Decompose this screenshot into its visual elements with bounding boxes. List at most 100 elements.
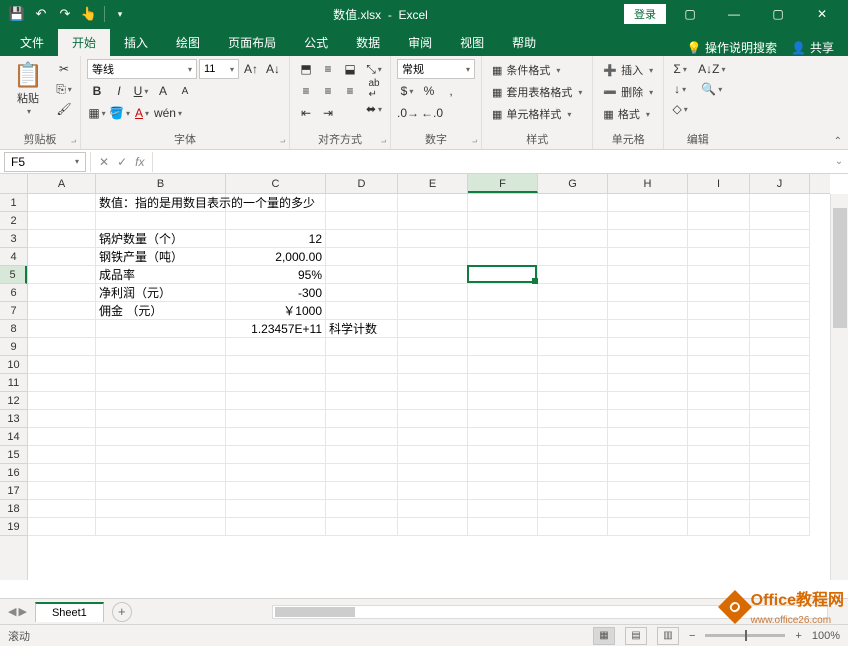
cell[interactable] xyxy=(28,356,96,374)
cell[interactable]: 钢铁产量（吨） xyxy=(96,248,226,266)
comma-icon[interactable]: , xyxy=(441,81,461,101)
col-header-G[interactable]: G xyxy=(538,174,608,193)
decrease-font-icon[interactable]: A↓ xyxy=(263,59,283,79)
cell[interactable] xyxy=(28,428,96,446)
cell[interactable] xyxy=(96,518,226,536)
tab-help[interactable]: 帮助 xyxy=(498,29,550,56)
row-header[interactable]: 16 xyxy=(0,464,27,482)
cell[interactable] xyxy=(688,464,750,482)
cell[interactable] xyxy=(538,356,608,374)
cell[interactable]: 成品率 xyxy=(96,266,226,284)
cell[interactable] xyxy=(608,212,688,230)
cell[interactable] xyxy=(468,374,538,392)
conditional-format-button[interactable]: ▦ 条件格式▾ xyxy=(488,59,586,81)
cell[interactable] xyxy=(326,410,398,428)
row-header[interactable]: 18 xyxy=(0,500,27,518)
cell[interactable] xyxy=(398,302,468,320)
cell[interactable] xyxy=(398,374,468,392)
cell[interactable] xyxy=(226,194,326,212)
cell[interactable] xyxy=(750,338,810,356)
font-color-icon[interactable]: A▾ xyxy=(132,103,152,123)
cell[interactable] xyxy=(538,284,608,302)
cell[interactable] xyxy=(28,302,96,320)
cell[interactable]: ￥1000 xyxy=(226,302,326,320)
percent-icon[interactable]: % xyxy=(419,81,439,101)
cell[interactable] xyxy=(688,410,750,428)
row-header[interactable]: 9 xyxy=(0,338,27,356)
cell[interactable] xyxy=(538,266,608,284)
cell[interactable] xyxy=(750,302,810,320)
cell[interactable] xyxy=(538,428,608,446)
cell[interactable] xyxy=(398,482,468,500)
zoom-level[interactable]: 100% xyxy=(812,630,840,642)
tab-scroll-left-icon[interactable]: ◀ xyxy=(8,605,16,618)
cell[interactable] xyxy=(28,320,96,338)
row-header[interactable]: 3 xyxy=(0,230,27,248)
zoom-in-icon[interactable]: + xyxy=(795,630,801,642)
cell[interactable] xyxy=(28,464,96,482)
cell[interactable] xyxy=(398,446,468,464)
tab-layout[interactable]: 页面布局 xyxy=(214,29,290,56)
cell[interactable] xyxy=(468,446,538,464)
cell[interactable] xyxy=(750,212,810,230)
page-break-view-icon[interactable]: ▥ xyxy=(657,627,679,645)
decrease-indent-icon[interactable]: ⇤ xyxy=(296,103,316,123)
cell[interactable] xyxy=(468,410,538,428)
cell[interactable] xyxy=(398,248,468,266)
cell[interactable]: -300 xyxy=(226,284,326,302)
cell[interactable] xyxy=(326,284,398,302)
cell[interactable] xyxy=(538,194,608,212)
ribbon-options-icon[interactable]: ▢ xyxy=(670,0,710,28)
cell[interactable] xyxy=(688,194,750,212)
cell[interactable] xyxy=(468,464,538,482)
cell[interactable] xyxy=(468,230,538,248)
align-left-icon[interactable]: ≡ xyxy=(296,81,316,101)
cell[interactable] xyxy=(96,482,226,500)
cell[interactable] xyxy=(608,446,688,464)
cell[interactable] xyxy=(28,500,96,518)
cell[interactable] xyxy=(326,464,398,482)
cell[interactable] xyxy=(750,410,810,428)
cell[interactable] xyxy=(326,446,398,464)
row-header[interactable]: 13 xyxy=(0,410,27,428)
cell[interactable] xyxy=(96,392,226,410)
cell[interactable] xyxy=(28,446,96,464)
cell[interactable] xyxy=(538,500,608,518)
cell[interactable] xyxy=(750,356,810,374)
cell[interactable] xyxy=(750,320,810,338)
cell[interactable] xyxy=(538,464,608,482)
increase-font-icon[interactable]: A↑ xyxy=(241,59,261,79)
row-header[interactable]: 10 xyxy=(0,356,27,374)
cell[interactable] xyxy=(226,338,326,356)
cell[interactable] xyxy=(608,266,688,284)
maximize-icon[interactable]: ▢ xyxy=(758,0,798,28)
cell[interactable] xyxy=(326,374,398,392)
cell[interactable] xyxy=(28,482,96,500)
cell[interactable] xyxy=(608,518,688,536)
minimize-icon[interactable]: — xyxy=(714,0,754,28)
col-header-F[interactable]: F xyxy=(468,174,538,193)
cell[interactable] xyxy=(398,320,468,338)
cell[interactable] xyxy=(538,446,608,464)
cell[interactable] xyxy=(28,194,96,212)
cell[interactable] xyxy=(688,500,750,518)
cell[interactable] xyxy=(96,500,226,518)
currency-icon[interactable]: $▾ xyxy=(397,81,417,101)
fill-color-icon[interactable]: 🪣▾ xyxy=(109,103,130,123)
cell[interactable] xyxy=(468,212,538,230)
row-header[interactable]: 7 xyxy=(0,302,27,320)
row-headers[interactable]: 12345678910111213141516171819 xyxy=(0,194,28,580)
cell[interactable]: 净利润（元） xyxy=(96,284,226,302)
cell[interactable] xyxy=(326,248,398,266)
tab-home[interactable]: 开始 xyxy=(58,29,110,56)
fx-icon[interactable]: fx xyxy=(135,155,144,169)
align-middle-icon[interactable]: ≡ xyxy=(318,59,338,79)
cell[interactable]: 95% xyxy=(226,266,326,284)
cell[interactable] xyxy=(326,392,398,410)
cell[interactable] xyxy=(226,518,326,536)
col-header-I[interactable]: I xyxy=(688,174,750,193)
cell[interactable] xyxy=(398,284,468,302)
cell[interactable] xyxy=(538,248,608,266)
cell[interactable] xyxy=(538,212,608,230)
cell[interactable] xyxy=(28,266,96,284)
